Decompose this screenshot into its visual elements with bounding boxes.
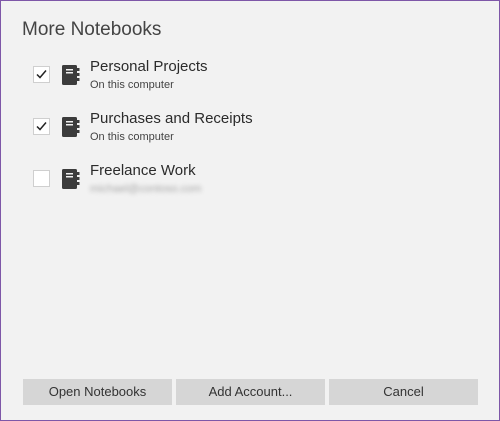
notebook-checkbox[interactable] <box>33 66 50 83</box>
notebook-location: On this computer <box>90 131 174 143</box>
cancel-button[interactable]: Cancel <box>329 379 478 405</box>
notebook-account-email: michael@contoso.com <box>90 183 202 195</box>
notebook-checkbox[interactable] <box>33 170 50 187</box>
notebook-icon <box>62 65 80 85</box>
open-notebooks-button[interactable]: Open Notebooks <box>23 379 172 405</box>
notebook-item-freelance-work[interactable]: Freelance Work michael@contoso.com <box>1 161 499 207</box>
notebook-name: Freelance Work <box>90 162 196 179</box>
add-account-button[interactable]: Add Account... <box>176 379 325 405</box>
notebook-icon <box>62 117 80 137</box>
notebook-icon <box>62 169 80 189</box>
notebook-name: Personal Projects <box>90 58 208 75</box>
checkmark-icon <box>36 70 47 79</box>
notebook-checkbox[interactable] <box>33 118 50 135</box>
notebook-name: Purchases and Receipts <box>90 110 253 127</box>
notebook-item-personal-projects[interactable]: Personal Projects On this computer <box>1 57 499 103</box>
dialog-title: More Notebooks <box>22 19 162 40</box>
more-notebooks-dialog: More Notebooks Personal Projects On this… <box>0 0 500 421</box>
checkmark-icon <box>36 122 47 131</box>
notebook-item-purchases-and-receipts[interactable]: Purchases and Receipts On this computer <box>1 109 499 155</box>
notebook-location: On this computer <box>90 79 174 91</box>
